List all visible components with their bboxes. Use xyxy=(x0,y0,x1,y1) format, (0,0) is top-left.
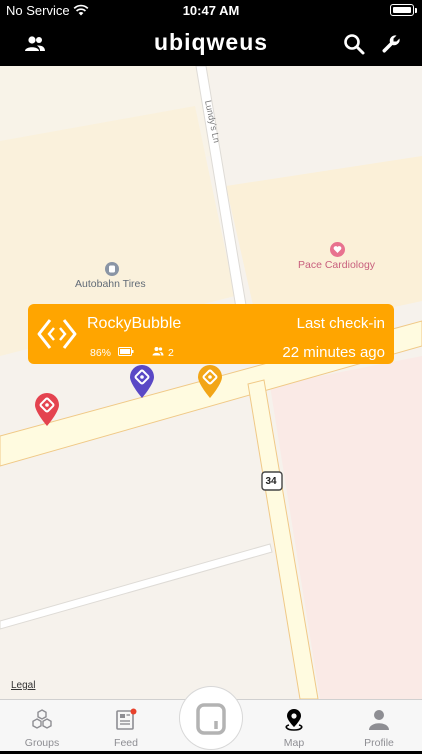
member-count: 2 xyxy=(168,346,174,359)
member-callout[interactable]: RockyBubble Last check-in 22 minutes ago… xyxy=(28,304,394,364)
checkin-label: Last check-in xyxy=(296,315,385,332)
tab-map[interactable]: Map xyxy=(252,700,336,751)
route-shield-label: 34 xyxy=(265,476,277,487)
clock: 10:47 AM xyxy=(182,3,240,18)
member-pin-red[interactable] xyxy=(34,393,60,427)
newspaper-icon xyxy=(114,708,138,732)
place-label-autobahn-tires[interactable]: Autobahn Tires xyxy=(75,278,146,290)
tab-label: Profile xyxy=(364,737,394,749)
tab-groups[interactable]: Groups xyxy=(0,700,84,751)
member-name: RockyBubble xyxy=(87,315,182,332)
tab-feed[interactable]: Feed xyxy=(84,700,168,751)
search-icon[interactable] xyxy=(342,32,366,56)
tab-label: Groups xyxy=(24,737,60,749)
tab-label: Map xyxy=(283,737,305,749)
member-pin-orange[interactable] xyxy=(197,365,223,399)
battery-icon xyxy=(390,4,417,16)
cubes-icon xyxy=(30,708,54,732)
app-header: ubiqweus xyxy=(0,22,422,66)
battery-percent: 86% xyxy=(90,346,112,359)
wrench-icon[interactable] xyxy=(379,32,403,56)
legal-link[interactable]: Legal xyxy=(11,680,35,691)
tab-label: Feed xyxy=(114,737,138,749)
tab-profile[interactable]: Profile xyxy=(337,700,421,751)
person-icon xyxy=(367,708,391,732)
checkin-time: 22 minutes ago xyxy=(282,344,385,361)
battery-icon xyxy=(118,346,134,359)
place-label-pace-cardiology[interactable]: Pace Cardiology xyxy=(298,259,375,271)
member-pin-purple[interactable] xyxy=(129,365,155,399)
people-icon xyxy=(152,346,164,359)
map-pin-icon xyxy=(282,708,306,732)
member-meta: 86% 2 xyxy=(90,346,174,359)
ubiqweus-logo-button[interactable] xyxy=(180,687,242,749)
ubiqweus-logo-icon xyxy=(37,316,77,357)
status-bar: No Service 10:47 AM xyxy=(0,0,422,22)
